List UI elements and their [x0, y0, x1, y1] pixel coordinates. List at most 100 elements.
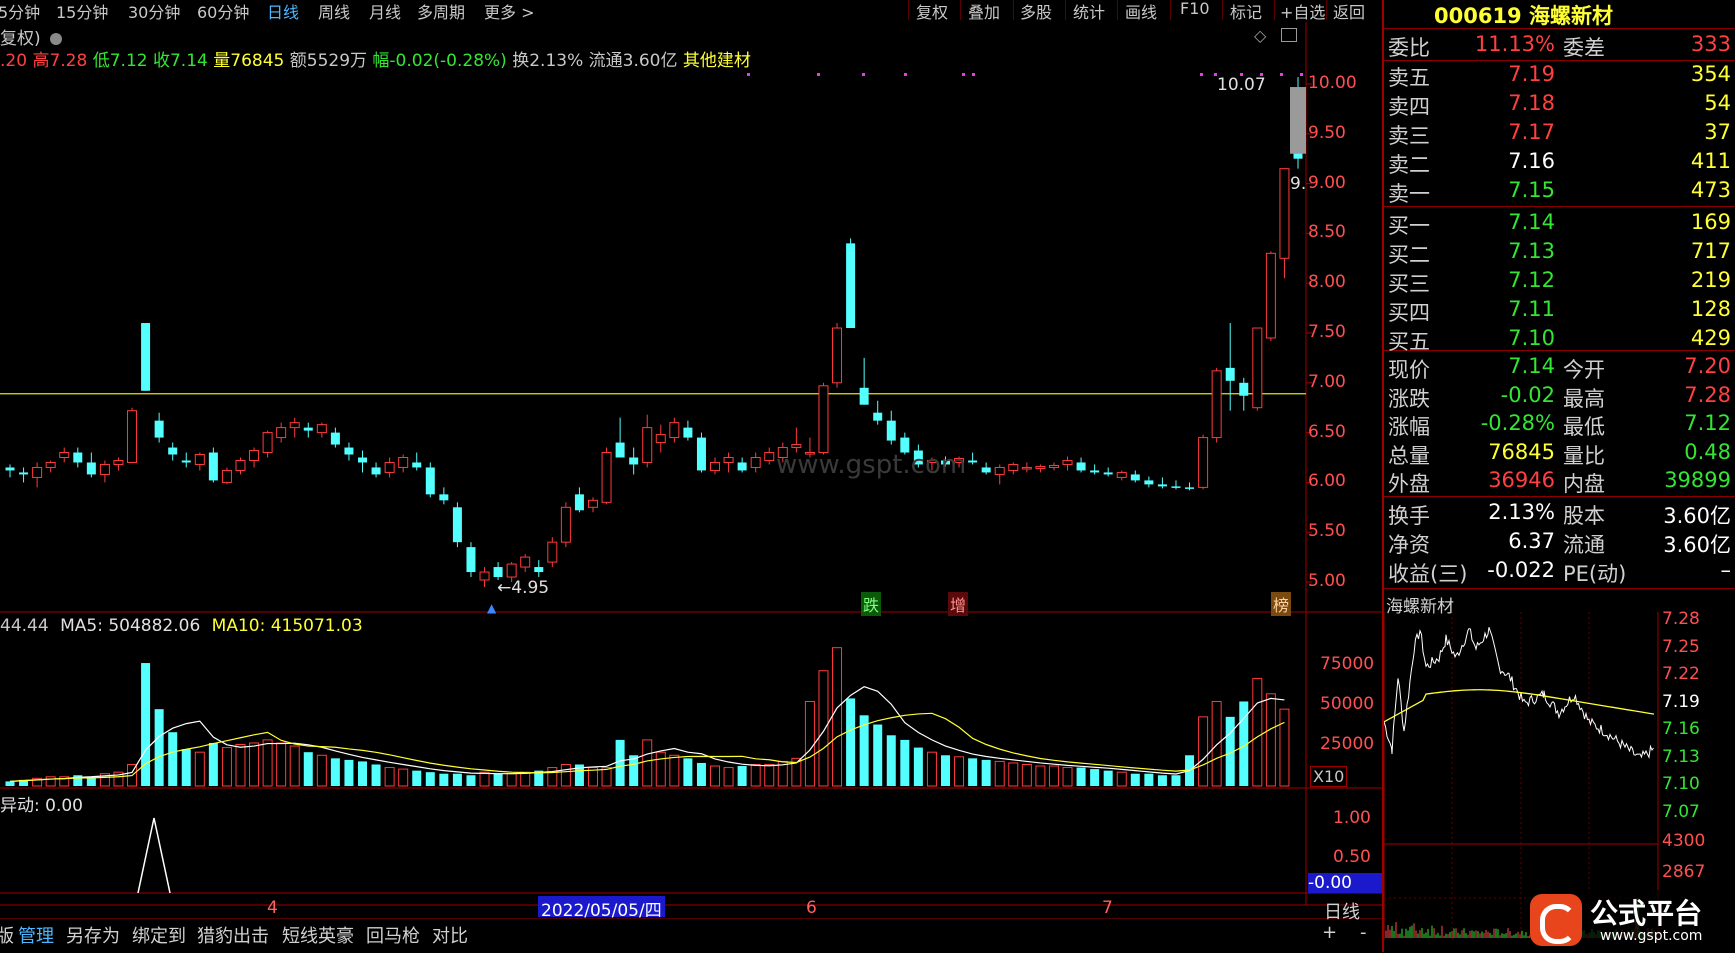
candle-body [289, 422, 300, 429]
volume-bar [344, 759, 354, 786]
volume-bar [710, 765, 721, 787]
candle-body [262, 432, 273, 454]
candle-body [1116, 471, 1127, 478]
volume-bar [276, 742, 287, 787]
latest-candle-highlight [1290, 87, 1306, 154]
volume-bar [330, 758, 340, 786]
quote-row: 收益(三) -0.022 PE(动) – [1388, 558, 1731, 586]
mini-price-axis-tick: 7.22 [1662, 664, 1700, 684]
zoom-in-button[interactable]: + [1322, 922, 1337, 943]
candle-body [168, 447, 178, 455]
bottom-btn-ban[interactable]: 版 [0, 922, 14, 948]
price-axis-tick: 8.50 [1308, 222, 1346, 243]
candle-body [791, 444, 802, 449]
kline-chart[interactable] [0, 0, 1382, 952]
watermark: www.gspt.com [776, 450, 967, 480]
candle-body [99, 463, 110, 475]
volume-bar [45, 776, 56, 787]
cursor-date: 2022/05/05/四 [538, 896, 665, 921]
candle-body [181, 460, 191, 463]
tag-die[interactable]: 跌 [861, 592, 882, 616]
tag-zeng[interactable]: 增 [948, 592, 969, 616]
volume-bar [452, 773, 462, 786]
candle-body [398, 457, 409, 468]
bottom-btn-save-as[interactable]: 另存为 [66, 922, 120, 948]
period-label-daily[interactable]: 日线 [1324, 898, 1360, 924]
ask-row: 卖五 7.19 354 [1388, 62, 1731, 90]
volume-bar [926, 751, 937, 787]
candle-body [587, 499, 598, 508]
volume-bar [1157, 775, 1167, 786]
signal-dot [1280, 73, 1283, 76]
volume-bar [1198, 716, 1209, 787]
candle-body [818, 385, 829, 454]
candle-body [710, 461, 721, 471]
vol-axis-50000: 50000 [1320, 694, 1375, 714]
stock-title: 000619 海螺新材 [1434, 0, 1613, 30]
volume-bar [1116, 771, 1127, 787]
bottom-btn-manage[interactable]: 管理 [18, 922, 54, 948]
price-axis-tick: 9.50 [1308, 122, 1346, 143]
price-marker-nine: 9. [1290, 174, 1307, 194]
candle-body [683, 427, 693, 438]
ask-row: 卖四 7.18 54 [1388, 91, 1731, 119]
bottom-btn-compare[interactable]: 对比 [432, 922, 468, 948]
volume-bar [358, 761, 368, 786]
volume-bar [235, 744, 246, 787]
volume-bar [1062, 767, 1073, 787]
candle-body [1239, 382, 1249, 396]
volume-bar [873, 724, 883, 786]
mini-price-axis-tick: 7.19 [1662, 691, 1700, 712]
mini-price-axis-tick: 7.07 [1662, 801, 1700, 822]
ask-row: 卖三 7.17 37 [1388, 120, 1731, 148]
candle-body [1103, 472, 1113, 475]
candle-body [642, 427, 653, 463]
date-label-4: 4 [267, 898, 278, 918]
mini-price-axis-tick: 7.13 [1662, 746, 1700, 767]
candle-body [981, 467, 991, 473]
tag-bang[interactable]: 榜 [1271, 592, 1292, 616]
volume-bar [615, 739, 625, 786]
zoom-out-button[interactable]: - [1360, 922, 1367, 943]
quote-row: 外盘 36946 内盘 39899 [1388, 468, 1731, 496]
volume-bar [1103, 770, 1113, 786]
candle-body [1198, 437, 1209, 488]
candle-body [1225, 367, 1235, 381]
candle-body [466, 547, 476, 573]
candle-body [412, 462, 422, 468]
candle-body [696, 437, 706, 471]
candle-body [330, 432, 340, 445]
candle-body [208, 452, 218, 481]
bottom-btn-leopard[interactable]: 猎豹出击 [197, 922, 269, 948]
bottom-btn-huimaqiang[interactable]: 回马枪 [366, 922, 420, 948]
signal-dot [962, 73, 965, 76]
candle-body [629, 457, 639, 465]
mini-price-axis-tick: 7.28 [1662, 609, 1700, 629]
candle-body [1008, 463, 1019, 471]
volume-bar [764, 763, 775, 787]
candle-body [1090, 470, 1100, 473]
bottom-btn-shortline[interactable]: 短线英豪 [282, 922, 354, 948]
candle-body [439, 494, 449, 501]
volume-bar [262, 739, 273, 787]
volume-bar [913, 747, 923, 786]
candle-body [968, 460, 978, 463]
arrow-up-icon: ▲ [487, 601, 497, 615]
volume-bar [208, 742, 218, 786]
volume-bar [981, 759, 991, 786]
candle-body [601, 452, 612, 503]
price-axis-tick: 5.00 [1308, 571, 1346, 591]
mini-price-axis-tick: 7.25 [1662, 636, 1700, 657]
bottom-btn-bind[interactable]: 绑定到 [132, 922, 186, 948]
price-axis-tick: 6.50 [1308, 421, 1346, 442]
volume-bar [425, 772, 435, 786]
candle-body [344, 447, 354, 455]
candle-body [1076, 462, 1086, 471]
candle-body [1252, 327, 1263, 409]
volume-bar [506, 773, 517, 787]
candle-body [154, 420, 164, 438]
candle-body [452, 507, 462, 543]
candle-body [873, 412, 883, 421]
quote-row: 换手 2.13% 股本 3.60亿 [1388, 500, 1731, 528]
volume-bar [1171, 775, 1181, 786]
